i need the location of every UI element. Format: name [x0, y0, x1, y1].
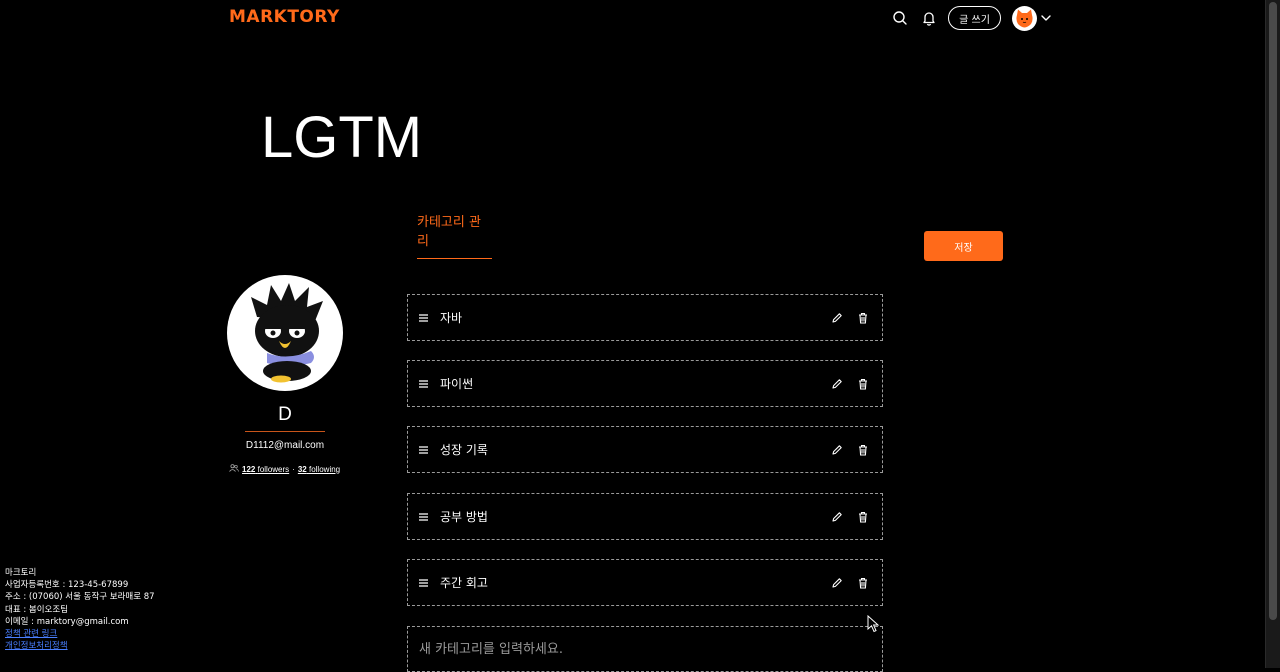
category-item[interactable]: 공부 방법 — [407, 493, 883, 540]
save-button[interactable]: 저장 — [924, 231, 1003, 261]
people-icon — [229, 464, 239, 474]
write-post-button[interactable]: 글 쓰기 — [948, 6, 1001, 30]
pencil-icon[interactable] — [830, 311, 844, 325]
logo[interactable]: MARKTORY — [229, 7, 340, 27]
followers-link[interactable]: 122 followers — [242, 465, 289, 474]
followers-label: followers — [257, 464, 290, 474]
pencil-icon[interactable] — [830, 510, 844, 524]
pencil-icon[interactable] — [830, 576, 844, 590]
following-label: following — [308, 464, 341, 474]
category-label: 성장 기록 — [440, 443, 488, 457]
profile-email: D1112@mail.com — [245, 440, 325, 451]
footer: 마크토리 사업자등록번호 : 123-45-67899 주소 : (07060)… — [5, 567, 155, 652]
follow-stats: 122 followers · 32 following — [229, 464, 340, 474]
category-item[interactable]: 자바 — [407, 294, 883, 341]
trash-icon[interactable] — [856, 443, 870, 457]
category-item[interactable]: 파이썬 — [407, 360, 883, 407]
blog-title: LGTM — [261, 105, 423, 170]
trash-icon[interactable] — [856, 311, 870, 325]
search-icon[interactable] — [892, 10, 910, 28]
category-item[interactable]: 성장 기록 — [407, 426, 883, 473]
category-label: 주간 회고 — [440, 576, 488, 590]
user-avatar[interactable] — [1012, 6, 1037, 31]
bell-icon[interactable] — [921, 10, 939, 28]
drag-handle-icon[interactable] — [419, 512, 433, 521]
followers-count: 122 — [242, 464, 256, 474]
following-link[interactable]: 32 following — [298, 465, 340, 474]
category-item[interactable]: 주간 회고 — [407, 559, 883, 606]
footer-email: 이메일 : marktory@gmail.com — [5, 616, 129, 627]
following-count: 32 — [297, 464, 307, 474]
drag-handle-icon[interactable] — [419, 379, 433, 388]
footer-company: 마크토리 — [5, 568, 37, 578]
pencil-icon[interactable] — [830, 377, 844, 391]
policy-link[interactable]: 정책 관련 링크 — [5, 628, 155, 640]
scrollbar-thumb[interactable] — [1269, 2, 1277, 620]
category-label: 자바 — [440, 311, 463, 325]
footer-address: 주소 : (07060) 서울 동작구 보라매로 87 — [5, 592, 155, 603]
trash-icon[interactable] — [856, 576, 870, 590]
drag-handle-icon[interactable] — [419, 445, 433, 454]
tab-category-manage[interactable]: 카테고리 관리 — [417, 211, 492, 259]
category-label: 공부 방법 — [440, 510, 488, 524]
footer-ceo: 대표 : 봄이오조팀 — [5, 604, 69, 615]
follow-separator: · — [292, 464, 295, 474]
profile-image — [227, 275, 343, 391]
avatar-cat-icon — [1016, 9, 1033, 28]
drag-handle-icon[interactable] — [419, 313, 433, 322]
profile-name: D — [245, 404, 325, 432]
pencil-icon[interactable] — [830, 443, 844, 457]
privacy-link[interactable]: 개인정보처리정책 — [5, 640, 155, 652]
new-category-input[interactable] — [407, 626, 883, 672]
scrollbar[interactable] — [1265, 0, 1280, 668]
footer-business-no: 사업자등록번호 : 123-45-67899 — [5, 580, 129, 591]
category-label: 파이썬 — [440, 377, 474, 391]
trash-icon[interactable] — [856, 510, 870, 524]
mouse-cursor-icon — [867, 614, 881, 633]
chevron-down-icon[interactable] — [1040, 11, 1054, 25]
trash-icon[interactable] — [856, 377, 870, 391]
drag-handle-icon[interactable] — [419, 578, 433, 587]
